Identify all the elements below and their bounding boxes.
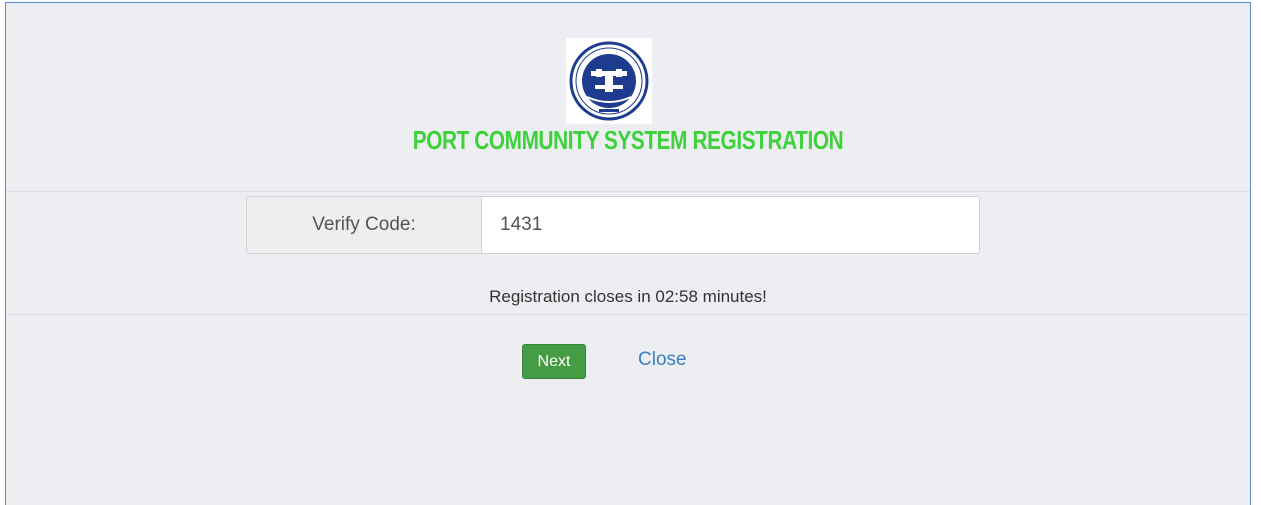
verify-code-input[interactable]: [482, 197, 979, 253]
footer-divider: [6, 314, 1250, 315]
verify-code-label: Verify Code:: [247, 197, 482, 253]
page-title: PORT COMMUNITY SYSTEM REGISTRATION: [412, 125, 844, 155]
port-authority-emblem-icon: [569, 41, 649, 121]
close-link[interactable]: Close: [638, 349, 687, 371]
verify-code-group: Verify Code:: [246, 196, 980, 254]
panel-header: PORT COMMUNITY SYSTEM REGISTRATION: [6, 3, 1250, 191]
registration-panel: PORT COMMUNITY SYSTEM REGISTRATION Verif…: [5, 2, 1251, 505]
registration-countdown: Registration closes in 02:58 minutes!: [489, 287, 767, 306]
header-divider: [6, 191, 1250, 192]
port-authority-logo: [566, 38, 652, 124]
next-button[interactable]: Next: [522, 344, 586, 379]
